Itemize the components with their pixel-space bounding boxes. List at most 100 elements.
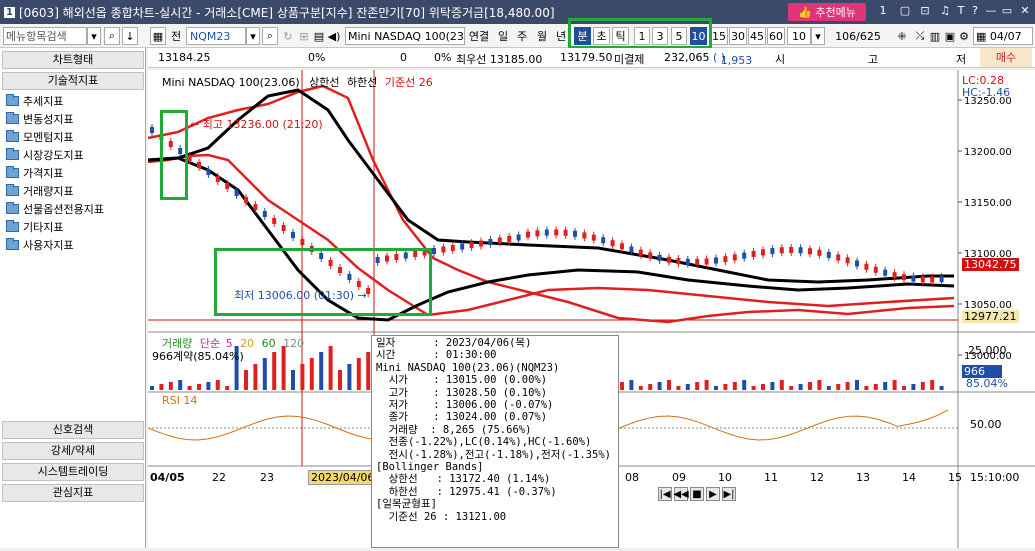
volume-bar — [356, 358, 361, 390]
tick-button[interactable]: 틱 — [612, 27, 629, 45]
tooltip-line: 시간 : 01:30:00 — [376, 349, 497, 362]
day-button[interactable]: 일 — [495, 27, 511, 45]
refresh-icon[interactable]: ↻ — [280, 27, 296, 45]
sidebar-item-user[interactable]: 사용자지표 — [6, 236, 74, 253]
candle-body — [422, 249, 427, 256]
candle-body — [676, 258, 681, 265]
sidebar-item-volume[interactable]: 거래량지표 — [6, 182, 74, 199]
tech-indicator-header[interactable]: 기술적지표 — [2, 72, 144, 90]
strength-weakness-button[interactable]: 강세/약세 — [2, 442, 144, 460]
layout-icon[interactable]: ▥ — [928, 27, 942, 45]
next-button[interactable]: ▶ — [706, 487, 720, 501]
last-button[interactable]: ▶| — [722, 487, 736, 501]
candle-body — [516, 234, 521, 241]
volume-bar — [817, 380, 822, 390]
week-button[interactable]: 주 — [514, 27, 530, 45]
interval-10-button[interactable]: 10 — [690, 27, 707, 45]
dropdown-arrow-icon[interactable]: ▾ — [87, 27, 101, 45]
candle-body — [826, 251, 831, 258]
sound-icon[interactable]: ♫ — [938, 4, 952, 18]
second-button[interactable]: 초 — [593, 27, 610, 45]
maximize-icon[interactable]: ▭ — [1000, 4, 1014, 18]
first-button[interactable]: |◀ — [658, 487, 672, 501]
link-icon[interactable]: ⊞ — [297, 27, 311, 45]
all-label: 전 — [170, 30, 182, 43]
prev-button[interactable]: ◀◀ — [673, 487, 689, 501]
volume-bar — [197, 384, 201, 390]
chart-type-header[interactable]: 차트형태 — [2, 51, 144, 69]
interval-15-button[interactable]: 15 — [710, 27, 728, 45]
signal-search-button[interactable]: 신호검색 — [2, 421, 144, 439]
lock-icon[interactable]: ▤ — [312, 27, 326, 45]
down-arrow-icon[interactable]: ↓ — [122, 27, 138, 45]
sidebar-item-futures-options[interactable]: 선물옵션전용지표 — [6, 200, 104, 217]
volume-bar — [808, 382, 812, 390]
interval-60-button[interactable]: 60 — [767, 27, 785, 45]
volume-bar — [836, 384, 841, 390]
recommended-menu-button[interactable]: 👍 추천메뉴 — [788, 3, 866, 21]
tooltip-line: 하한선 : 12975.41 (-0.37%) — [376, 485, 557, 498]
grid-icon[interactable]: ▦ — [150, 27, 166, 45]
interval-5-button[interactable]: 5 — [671, 27, 687, 45]
interval-30-button[interactable]: 30 — [729, 27, 747, 45]
stop-button[interactable]: ■ — [690, 487, 704, 501]
sidebar-item-price[interactable]: 가격지표 — [6, 164, 63, 181]
buy-button[interactable]: 매수 — [980, 48, 1032, 67]
interval-3-button[interactable]: 3 — [652, 27, 668, 45]
date-field[interactable]: ▦ 04/07 — [973, 27, 1033, 45]
interval-select[interactable]: 10 — [787, 27, 811, 45]
search-icon[interactable]: ⌕ — [262, 27, 278, 45]
volume-bar — [873, 384, 878, 390]
product-field[interactable]: Mini NASDAQ 100(23.0 — [345, 27, 465, 45]
tooltip-line: 고가 : 13028.50 (0.10%) — [376, 386, 548, 399]
interval-1-button[interactable]: 1 — [634, 27, 650, 45]
x-axis-label: 08 — [625, 471, 639, 484]
legend-rsi: RSI 14 — [162, 394, 198, 407]
candle-body — [742, 252, 747, 259]
window-icon[interactable]: ▢ — [898, 4, 912, 18]
dropdown-arrow-icon[interactable]: ▾ — [811, 27, 825, 45]
close-icon[interactable]: ✕ — [1018, 4, 1032, 18]
font-icon[interactable]: T — [954, 4, 968, 18]
volume-bar — [281, 346, 286, 390]
gear-icon[interactable]: ⚙ — [957, 27, 971, 45]
speaker-icon[interactable]: ◀) — [326, 27, 342, 45]
candle-body — [375, 257, 380, 263]
interval-45-button[interactable]: 45 — [748, 27, 766, 45]
tool-icon[interactable]: ⤯ — [912, 27, 928, 45]
link-button[interactable]: 연결 — [466, 27, 492, 45]
candle-body — [432, 248, 436, 254]
calendar-icon: ▦ — [976, 29, 990, 43]
year-button[interactable]: 년 — [553, 27, 569, 45]
candle-body — [873, 266, 878, 273]
save-icon[interactable]: ▣ — [943, 27, 957, 45]
volume-bar — [798, 384, 803, 390]
symbol-input[interactable]: NQM23 — [186, 27, 246, 45]
menu-search-input[interactable]: 메뉴항목검색 — [3, 27, 87, 45]
folder-icon — [6, 93, 19, 106]
month-button[interactable]: 월 — [534, 27, 550, 45]
volume-bar — [253, 364, 258, 390]
capture-icon[interactable]: ⊡ — [918, 4, 932, 18]
sidebar-item-trend[interactable]: 추세지표 — [6, 92, 63, 109]
help-icon[interactable]: ? — [968, 4, 982, 18]
sidebar-item-market-strength[interactable]: 시장강도지표 — [6, 146, 84, 163]
candle-body — [526, 231, 530, 238]
x-axis-label: 04/05 — [150, 471, 185, 484]
minute-button[interactable]: 분 — [574, 27, 591, 45]
sidebar-item-momentum[interactable]: 모멘텀지표 — [6, 128, 74, 145]
link-icon[interactable]: 1 — [876, 4, 890, 18]
favorites-button[interactable]: 관심지표 — [2, 484, 144, 502]
x-axis-label: 15 — [948, 471, 962, 484]
sidebar-item-other[interactable]: 기타지표 — [6, 218, 63, 235]
sidebar-item-volatility[interactable]: 변동성지표 — [6, 110, 74, 127]
minimize-icon[interactable]: — — [984, 4, 998, 18]
dropdown-arrow-icon[interactable]: ▾ — [246, 27, 260, 45]
system-trading-button[interactable]: 시스템트레이딩 — [2, 463, 144, 481]
search-icon[interactable]: ⌕ — [104, 27, 120, 45]
indicator-icon[interactable]: ⁜ — [893, 27, 911, 45]
candle-body — [573, 230, 577, 237]
folder-icon — [6, 201, 19, 214]
quote-bar: 13184.25 0% 0 0% 최우선 13185.00 13179.50 미… — [148, 48, 1035, 68]
candle-body — [667, 256, 671, 263]
